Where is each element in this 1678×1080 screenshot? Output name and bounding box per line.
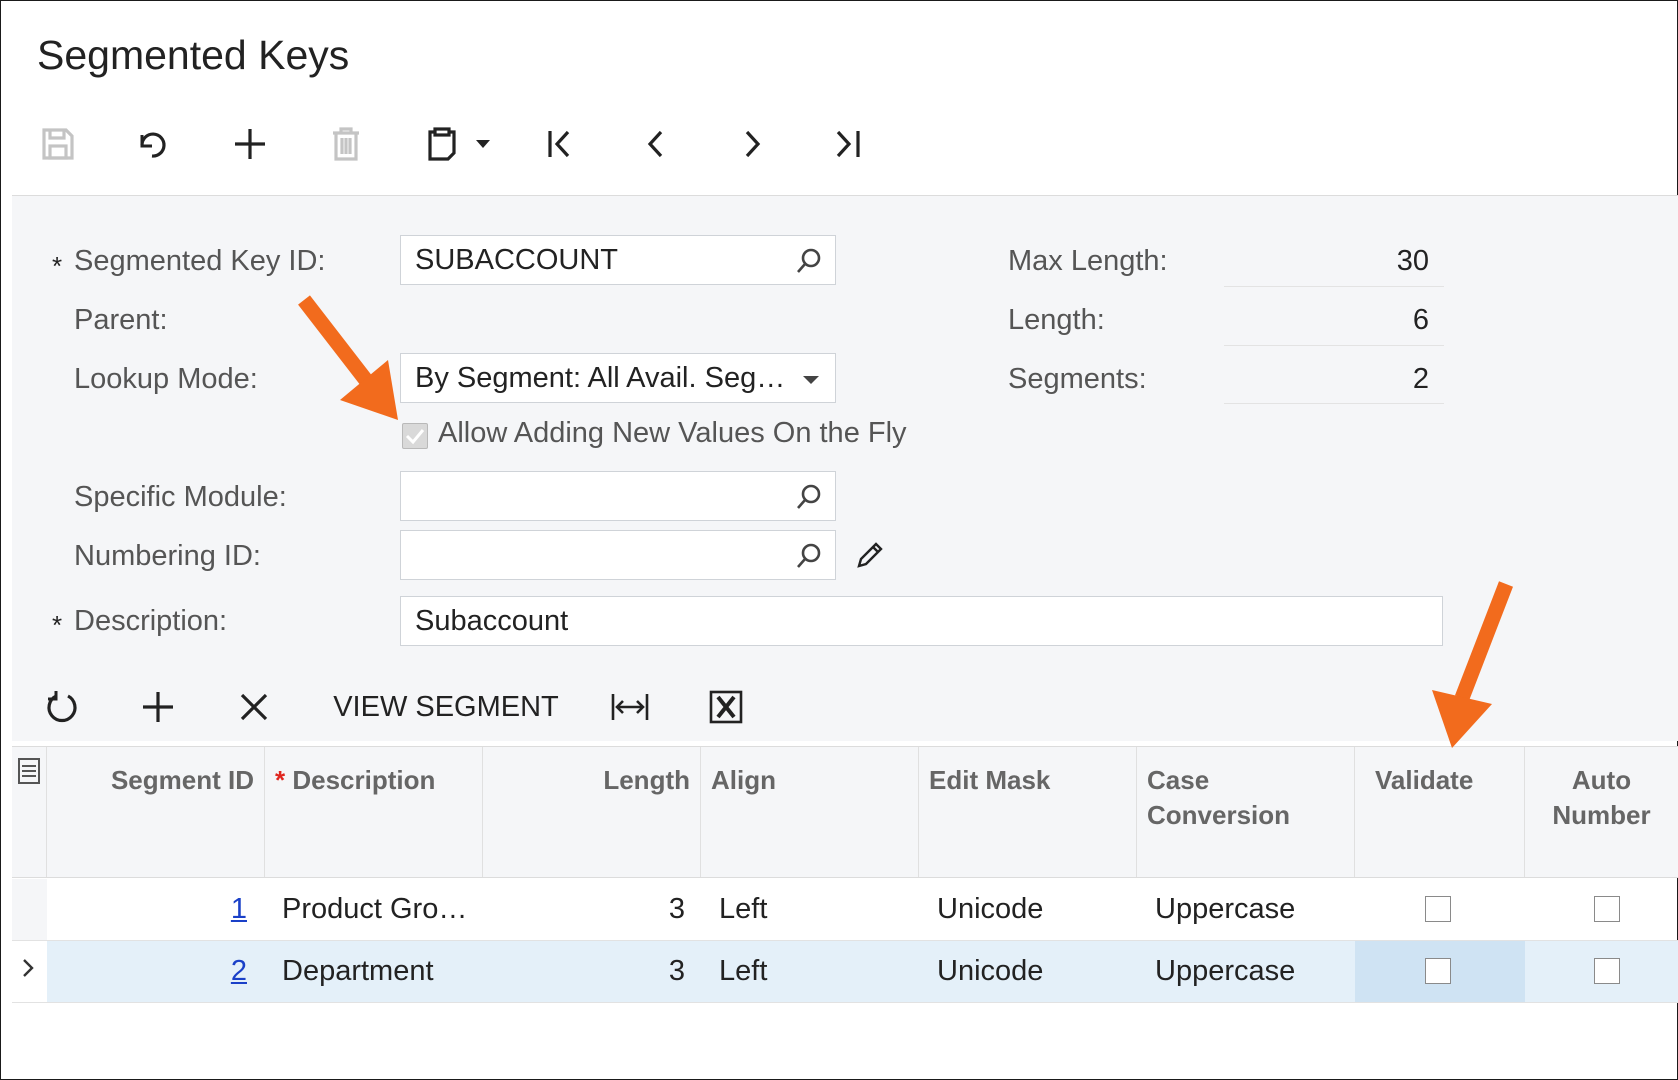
col-auto-number-label-1: Auto [1571,765,1632,795]
prev-icon[interactable] [636,124,676,164]
col-case-conversion-label-2: Conversion [1147,800,1291,830]
lookup-mode-label: Lookup Mode: [74,363,258,395]
required-marker: * [52,251,63,281]
fit-columns-icon[interactable] [608,686,652,728]
cell-case-conversion[interactable]: Uppercase [1155,941,1355,1002]
delete-row-icon[interactable] [234,686,274,728]
row-selector[interactable] [12,879,47,940]
required-marker: * [275,765,286,795]
segments-value: 2 [1412,363,1429,395]
search-icon[interactable] [795,542,823,570]
max-length-label: Max Length: [1008,245,1168,277]
specific-module-label: Specific Module: [74,481,287,513]
col-segment-id[interactable]: Segment ID [47,747,265,877]
allow-adding-label: Allow Adding New Values On the Fly [438,417,907,449]
add-icon[interactable] [230,124,270,164]
cell-edit-mask[interactable]: Unicode [937,879,1137,940]
segmented-key-id-value: SUBACCOUNT [415,243,619,276]
annotation-arrow-checkbox [298,295,398,420]
col-segment-id-label: Segment ID [110,765,254,795]
cell-align[interactable]: Left [719,941,919,1002]
col-length-label: Length [603,765,690,795]
cell-description[interactable]: Department [282,941,482,1002]
view-segment-label: VIEW SEGMENT [333,690,559,723]
col-auto-number[interactable]: Auto Number [1525,747,1678,877]
table-row-selected[interactable]: 2 Department 3 Left Unicode Uppercase [12,941,1678,1003]
segmented-key-id-field[interactable]: SUBACCOUNT [400,235,836,285]
row-selector[interactable] [12,941,47,1002]
required-marker: * [52,610,63,640]
search-icon[interactable] [795,483,823,511]
files-icon [18,758,40,784]
refresh-icon[interactable] [42,686,82,728]
cell-edit-mask[interactable]: Unicode [937,941,1137,1002]
cell-segment-id[interactable]: 1 [47,879,265,940]
col-edit-mask-label: Edit Mask [929,765,1051,795]
description-value: Subaccount [415,604,569,637]
delete-icon[interactable] [326,124,366,164]
max-length-value: 30 [1396,245,1429,277]
row-selector-header[interactable] [12,747,47,877]
divider [1224,286,1444,287]
first-icon[interactable] [540,124,580,164]
last-icon[interactable] [828,124,868,164]
cell-case-conversion[interactable]: Uppercase [1155,879,1355,940]
save-icon[interactable] [38,124,78,164]
validate-checkbox[interactable] [1425,958,1451,984]
length-value: 6 [1412,304,1429,336]
annotation-arrow-validate [1432,581,1513,748]
col-align-label: Align [711,765,776,795]
cell-length[interactable]: 3 [483,941,701,1002]
col-case-conversion-label-1: Case [1147,765,1210,795]
add-row-icon[interactable] [138,686,178,728]
numbering-id-label: Numbering ID: [74,540,261,572]
cell-description[interactable]: Product Gro… [282,879,482,940]
segments-label: Segments: [1008,363,1147,395]
chevron-down-icon[interactable] [465,124,501,164]
dropdown-arrow-icon [803,376,819,384]
next-icon[interactable] [732,124,772,164]
segment-id-link[interactable]: 1 [231,893,247,925]
edit-pencil-icon[interactable] [850,535,890,575]
search-icon[interactable] [795,247,823,275]
col-length[interactable]: Length [483,747,701,877]
chevron-right-icon [23,959,34,977]
export-excel-icon[interactable] [706,686,746,728]
length-label: Length: [1008,304,1105,336]
description-label: Description: [74,605,228,637]
segment-id-link[interactable]: 2 [231,955,247,987]
view-segment-button[interactable]: VIEW SEGMENT [330,686,562,728]
divider [1224,345,1444,346]
numbering-id-field[interactable] [400,530,836,580]
page-title: Segmented Keys [37,32,350,78]
col-description[interactable]: * Description [265,747,483,877]
auto-number-checkbox[interactable] [1594,896,1620,922]
cell-align[interactable]: Left [719,879,919,940]
table-row[interactable]: 1 Product Gro… 3 Left Unicode Uppercase [12,879,1678,941]
col-description-label: Description [292,765,436,795]
validate-checkbox[interactable] [1425,896,1451,922]
parent-label: Parent: [74,304,168,336]
lookup-mode-value: By Segment: All Avail. Seg… [415,361,786,394]
col-auto-number-label-2: Number [1552,800,1651,830]
clipboard-icon[interactable] [422,124,462,164]
col-case-conversion[interactable]: Case Conversion [1137,747,1355,877]
cell-segment-id[interactable]: 2 [47,941,265,1002]
segmented-key-id-label: Segmented Key ID: [74,245,326,277]
description-field[interactable]: Subaccount [400,596,1443,646]
col-align[interactable]: Align [701,747,919,877]
auto-number-checkbox[interactable] [1594,958,1620,984]
divider [1224,403,1444,404]
undo-icon[interactable] [134,124,174,164]
cell-length[interactable]: 3 [483,879,701,940]
col-edit-mask[interactable]: Edit Mask [919,747,1137,877]
lookup-mode-select[interactable]: By Segment: All Avail. Seg… [400,353,836,403]
specific-module-field[interactable] [400,471,836,521]
